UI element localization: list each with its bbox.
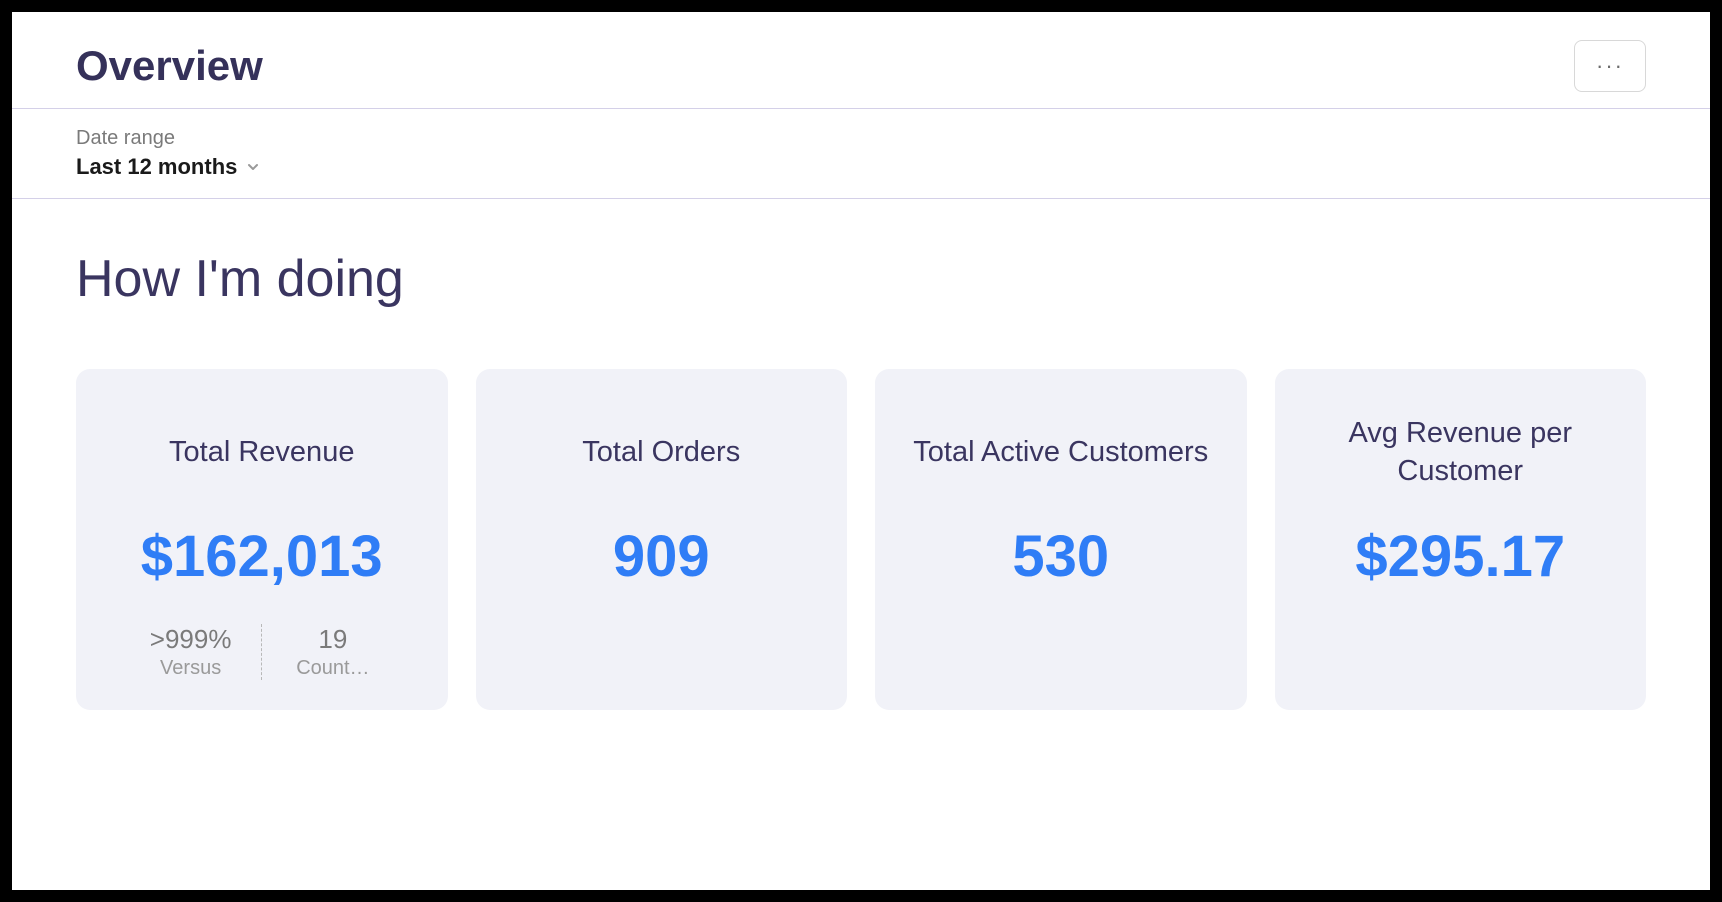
card-title: Total Active Customers <box>913 434 1208 472</box>
section-title: How I'm doing <box>76 249 1646 309</box>
card-title: Total Revenue <box>169 434 354 472</box>
more-options-button[interactable]: ··· <box>1574 40 1646 92</box>
footer-label: Count… <box>262 657 403 680</box>
footer-value: 19 <box>262 624 403 655</box>
card-total-orders[interactable]: Total Orders 909 <box>476 369 848 710</box>
ellipsis-icon: ··· <box>1596 53 1624 79</box>
card-total-active-customers[interactable]: Total Active Customers 530 <box>875 369 1247 710</box>
header: Overview ··· <box>12 12 1710 109</box>
chevron-down-icon <box>245 159 261 175</box>
dashboard-container: Overview ··· Date range Last 12 months H… <box>12 12 1710 890</box>
card-value: $162,013 <box>141 523 383 590</box>
footer-col-versus: >999% Versus <box>120 624 262 680</box>
card-title: Total Orders <box>582 434 740 472</box>
footer-value: >999% <box>120 624 261 655</box>
card-value: 530 <box>1012 523 1109 590</box>
filter-row: Date range Last 12 months <box>12 109 1710 199</box>
date-range-selector[interactable]: Last 12 months <box>76 154 261 180</box>
card-value: 909 <box>613 523 710 590</box>
date-range-value: Last 12 months <box>76 154 237 180</box>
card-value: $295.17 <box>1355 523 1565 590</box>
card-total-revenue[interactable]: Total Revenue $162,013 >999% Versus 19 C… <box>76 369 448 710</box>
footer-label: Versus <box>120 657 261 680</box>
metrics-section: How I'm doing Total Revenue $162,013 >99… <box>12 199 1710 710</box>
cards-row: Total Revenue $162,013 >999% Versus 19 C… <box>76 369 1646 710</box>
card-avg-revenue-per-customer[interactable]: Avg Revenue per Customer $295.17 <box>1275 369 1647 710</box>
page-title: Overview <box>76 42 263 90</box>
card-title: Avg Revenue per Customer <box>1299 415 1623 490</box>
date-range-label: Date range <box>76 127 1646 150</box>
footer-col-count: 19 Count… <box>262 624 403 680</box>
card-footer: >999% Versus 19 Count… <box>100 624 424 680</box>
